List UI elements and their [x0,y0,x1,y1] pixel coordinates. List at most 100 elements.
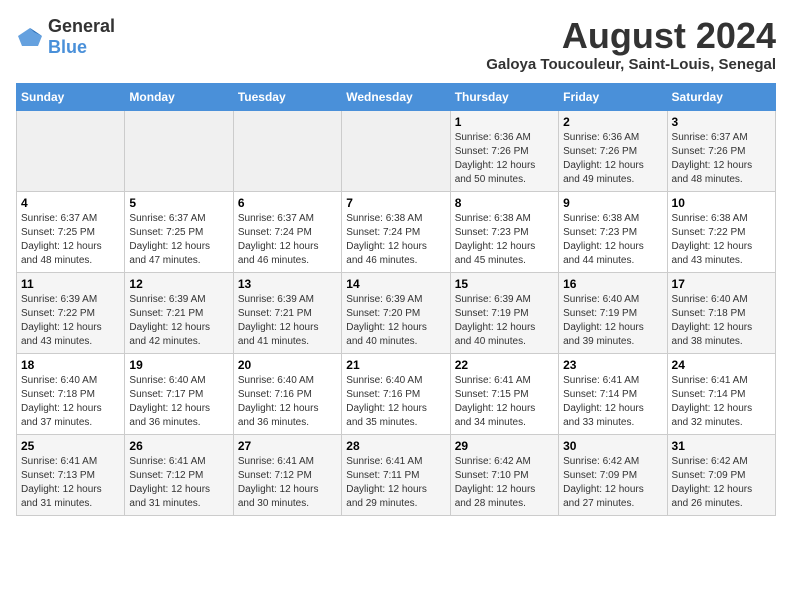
calendar-cell: 17 Sunrise: 6:40 AM Sunset: 7:18 PM Dayli… [667,272,775,353]
day-info: Sunrise: 6:39 AM Sunset: 7:20 PM Dayligh… [346,293,445,349]
calendar-cell: 19 Sunrise: 6:40 AM Sunset: 7:17 PM Dayli… [125,353,233,434]
day-number: 5 [129,196,228,210]
calendar-header-row: SundayMondayTuesdayWednesdayThursdayFrid… [17,83,776,110]
page-header: General Blue August 2024 Galoya Toucoule… [16,16,776,73]
calendar-cell: 13 Sunrise: 6:39 AM Sunset: 7:21 PM Dayli… [233,272,341,353]
calendar-cell: 14 Sunrise: 6:39 AM Sunset: 7:20 PM Dayli… [342,272,450,353]
day-number: 14 [346,277,445,291]
month-title: August 2024 [486,16,776,56]
calendar-cell: 22 Sunrise: 6:41 AM Sunset: 7:15 PM Dayli… [450,353,558,434]
calendar-cell: 30Sunrise: 6:42 AM Sunset: 7:09 PM Dayli… [559,434,667,515]
day-number: 29 [455,439,554,453]
day-number: 25 [21,439,120,453]
day-info: Sunrise: 6:40 AM Sunset: 7:19 PM Dayligh… [563,293,662,349]
calendar-cell: 16Sunrise: 6:40 AM Sunset: 7:19 PM Dayli… [559,272,667,353]
day-info: Sunrise: 6:38 AM Sunset: 7:24 PM Dayligh… [346,212,445,268]
calendar-cell: 1 Sunrise: 6:36 AM Sunset: 7:26 PM Daylig… [450,110,558,191]
logo-general: General [48,16,115,36]
calendar-cell: 28Sunrise: 6:41 AM Sunset: 7:11 PM Dayli… [342,434,450,515]
calendar-week-3: 11 Sunrise: 6:39 AM Sunset: 7:22 PM Dayli… [17,272,776,353]
day-header-wednesday: Wednesday [342,83,450,110]
calendar-cell: 7Sunrise: 6:38 AM Sunset: 7:24 PM Daylig… [342,191,450,272]
day-info: Sunrise: 6:40 AM Sunset: 7:17 PM Dayligh… [129,374,228,430]
day-number: 31 [672,439,771,453]
day-info: Sunrise: 6:38 AM Sunset: 7:22 PM Dayligh… [672,212,771,268]
day-number: 1 [455,115,554,129]
calendar-cell: 8Sunrise: 6:38 AM Sunset: 7:23 PM Daylig… [450,191,558,272]
day-info: Sunrise: 6:40 AM Sunset: 7:18 PM Dayligh… [21,374,120,430]
day-info: Sunrise: 6:40 AM Sunset: 7:16 PM Dayligh… [346,374,445,430]
calendar-cell: 12Sunrise: 6:39 AM Sunset: 7:21 PM Dayli… [125,272,233,353]
day-info: Sunrise: 6:38 AM Sunset: 7:23 PM Dayligh… [563,212,662,268]
calendar-cell: 2Sunrise: 6:36 AM Sunset: 7:26 PM Daylig… [559,110,667,191]
day-number: 9 [563,196,662,210]
day-header-monday: Monday [125,83,233,110]
day-info: Sunrise: 6:39 AM Sunset: 7:22 PM Dayligh… [21,293,120,349]
calendar-week-1: 1 Sunrise: 6:36 AM Sunset: 7:26 PM Daylig… [17,110,776,191]
day-info: Sunrise: 6:37 AM Sunset: 7:26 PM Dayligh… [672,131,771,187]
day-header-tuesday: Tuesday [233,83,341,110]
day-number: 24 [672,358,771,372]
day-header-thursday: Thursday [450,83,558,110]
day-number: 20 [238,358,337,372]
logo: General Blue [16,16,115,58]
day-number: 13 [238,277,337,291]
day-info: Sunrise: 6:41 AM Sunset: 7:15 PM Dayligh… [455,374,554,430]
day-number: 30 [563,439,662,453]
day-number: 10 [672,196,771,210]
calendar-cell [233,110,341,191]
calendar-cell: 10 Sunrise: 6:38 AM Sunset: 7:22 PM Dayli… [667,191,775,272]
day-number: 11 [21,277,120,291]
day-number: 23 [563,358,662,372]
day-info: Sunrise: 6:41 AM Sunset: 7:12 PM Dayligh… [238,455,337,511]
calendar-cell: 31 Sunrise: 6:42 AM Sunset: 7:09 PM Dayli… [667,434,775,515]
calendar-cell: 11 Sunrise: 6:39 AM Sunset: 7:22 PM Dayli… [17,272,125,353]
calendar-cell: 5 Sunrise: 6:37 AM Sunset: 7:25 PM Daylig… [125,191,233,272]
calendar-cell: 18 Sunrise: 6:40 AM Sunset: 7:18 PM Dayli… [17,353,125,434]
day-info: Sunrise: 6:42 AM Sunset: 7:09 PM Dayligh… [672,455,771,511]
calendar-cell [17,110,125,191]
day-number: 19 [129,358,228,372]
calendar-week-4: 18 Sunrise: 6:40 AM Sunset: 7:18 PM Dayli… [17,353,776,434]
day-number: 15 [455,277,554,291]
day-number: 22 [455,358,554,372]
calendar-cell: 24 Sunrise: 6:41 AM Sunset: 7:14 PM Dayli… [667,353,775,434]
logo-blue: Blue [48,37,87,57]
subtitle: Galoya Toucouleur, Saint-Louis, Senegal [486,56,776,73]
day-info: Sunrise: 6:36 AM Sunset: 7:26 PM Dayligh… [455,131,554,187]
calendar-cell: 23 Sunrise: 6:41 AM Sunset: 7:14 PM Dayli… [559,353,667,434]
day-info: Sunrise: 6:41 AM Sunset: 7:14 PM Dayligh… [563,374,662,430]
day-info: Sunrise: 6:41 AM Sunset: 7:12 PM Dayligh… [129,455,228,511]
day-number: 6 [238,196,337,210]
day-info: Sunrise: 6:39 AM Sunset: 7:19 PM Dayligh… [455,293,554,349]
day-info: Sunrise: 6:37 AM Sunset: 7:25 PM Dayligh… [21,212,120,268]
calendar-cell: 15 Sunrise: 6:39 AM Sunset: 7:19 PM Dayli… [450,272,558,353]
logo-text: General Blue [48,16,115,58]
day-info: Sunrise: 6:39 AM Sunset: 7:21 PM Dayligh… [238,293,337,349]
calendar-cell: 4 Sunrise: 6:37 AM Sunset: 7:25 PM Daylig… [17,191,125,272]
day-header-friday: Friday [559,83,667,110]
day-info: Sunrise: 6:41 AM Sunset: 7:13 PM Dayligh… [21,455,120,511]
day-info: Sunrise: 6:37 AM Sunset: 7:25 PM Dayligh… [129,212,228,268]
calendar-cell: 25 Sunrise: 6:41 AM Sunset: 7:13 PM Dayli… [17,434,125,515]
day-info: Sunrise: 6:41 AM Sunset: 7:11 PM Dayligh… [346,455,445,511]
calendar-cell: 29 Sunrise: 6:42 AM Sunset: 7:10 PM Dayli… [450,434,558,515]
day-info: Sunrise: 6:40 AM Sunset: 7:18 PM Dayligh… [672,293,771,349]
day-number: 17 [672,277,771,291]
day-info: Sunrise: 6:37 AM Sunset: 7:24 PM Dayligh… [238,212,337,268]
day-number: 27 [238,439,337,453]
day-info: Sunrise: 6:39 AM Sunset: 7:21 PM Dayligh… [129,293,228,349]
day-number: 26 [129,439,228,453]
day-info: Sunrise: 6:40 AM Sunset: 7:16 PM Dayligh… [238,374,337,430]
day-number: 3 [672,115,771,129]
calendar-week-5: 25 Sunrise: 6:41 AM Sunset: 7:13 PM Dayli… [17,434,776,515]
day-number: 18 [21,358,120,372]
calendar-cell: 27 Sunrise: 6:41 AM Sunset: 7:12 PM Dayli… [233,434,341,515]
calendar-cell: 21 Sunrise: 6:40 AM Sunset: 7:16 PM Dayli… [342,353,450,434]
day-number: 21 [346,358,445,372]
day-info: Sunrise: 6:42 AM Sunset: 7:10 PM Dayligh… [455,455,554,511]
day-header-sunday: Sunday [17,83,125,110]
day-info: Sunrise: 6:41 AM Sunset: 7:14 PM Dayligh… [672,374,771,430]
day-number: 4 [21,196,120,210]
calendar-cell: 26 Sunrise: 6:41 AM Sunset: 7:12 PM Dayli… [125,434,233,515]
